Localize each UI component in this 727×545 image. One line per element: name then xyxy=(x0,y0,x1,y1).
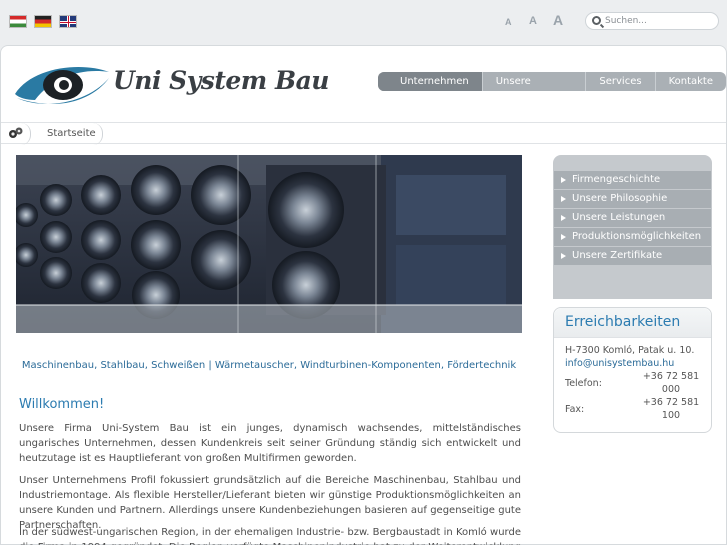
search-box xyxy=(585,12,719,30)
fax-label: Fax: xyxy=(565,404,585,415)
hungarian-flag-icon[interactable] xyxy=(9,15,27,28)
breadcrumb-separator xyxy=(21,123,31,145)
tagline: Maschinenbau, Stahlbau, Schweißen | Wärm… xyxy=(21,360,517,371)
nav-services[interactable]: Services xyxy=(585,72,654,91)
sidebar-item-philosophie[interactable]: Unsere Philosophie xyxy=(554,190,711,208)
sidebar-item-firmengeschichte[interactable]: Firmengeschichte xyxy=(554,171,711,189)
contact-address: H-7300 Komló, Patak u. 10. xyxy=(565,345,695,356)
search-input[interactable] xyxy=(605,15,713,27)
font-size-medium-button[interactable]: A xyxy=(529,15,537,27)
arrow-right-icon xyxy=(561,196,566,202)
telefon-label: Telefon: xyxy=(565,378,602,389)
hero-image xyxy=(16,155,522,333)
font-size-small-button[interactable]: A xyxy=(505,17,512,27)
contact-box: Erreichbarkeiten H-7300 Komló, Patak u. … xyxy=(553,307,712,433)
nav-unternehmen[interactable]: Unternehmen xyxy=(378,72,482,91)
page-title: Willkommen! xyxy=(19,397,105,412)
search-icon[interactable] xyxy=(592,16,601,25)
contact-title: Erreichbarkeiten xyxy=(565,314,681,330)
fax-value: +36 72 581 100 xyxy=(642,397,700,421)
nav-unsere-produkte[interactable]: Unsere Produkte xyxy=(481,72,586,91)
logo-text[interactable]: Uni System Bau xyxy=(113,66,329,95)
sidebar-item-produktionsmoeglichkeiten[interactable]: Produktionsmöglichkeiten xyxy=(554,228,711,246)
arrow-right-icon xyxy=(561,253,566,259)
german-flag-icon[interactable] xyxy=(34,15,52,28)
breadcrumb-current[interactable]: Startseite xyxy=(47,128,96,139)
main-panel: Uni System Bau Unternehmen Unsere Produk… xyxy=(0,45,727,545)
arrow-right-icon xyxy=(561,215,566,221)
eye-logo-icon[interactable] xyxy=(13,60,113,110)
telefon-value: +36 72 581 000 xyxy=(642,371,700,395)
arrow-right-icon xyxy=(561,177,566,183)
history-paragraph: In der südwest-ungarischen Region, in de… xyxy=(19,527,521,545)
breadcrumb-separator xyxy=(93,123,103,145)
main-navigation: Unternehmen Unsere Produkte Services Kon… xyxy=(378,72,726,91)
nav-kontakte[interactable]: Kontakte xyxy=(654,72,726,91)
arrow-right-icon xyxy=(561,234,566,240)
sidebar-item-leistungen[interactable]: Unsere Leistungen xyxy=(554,209,711,227)
contact-email-link[interactable]: info@unisystembau.hu xyxy=(565,358,674,369)
top-bar: A A A xyxy=(0,0,727,44)
intro-paragraph: Unsere Firma Uni-System Bau ist ein jung… xyxy=(19,423,521,464)
sidebar-menu: Firmengeschichte Unsere Philosophie Unse… xyxy=(553,155,712,299)
font-size-large-button[interactable]: A xyxy=(553,12,563,28)
breadcrumb: Startseite xyxy=(1,122,726,145)
profile-paragraph: Unser Unternehmens Profil fokussiert gru… xyxy=(19,475,521,531)
english-flag-icon[interactable] xyxy=(59,15,77,28)
sidebar-item-zertifikate[interactable]: Unsere Zertifikate xyxy=(554,247,711,265)
